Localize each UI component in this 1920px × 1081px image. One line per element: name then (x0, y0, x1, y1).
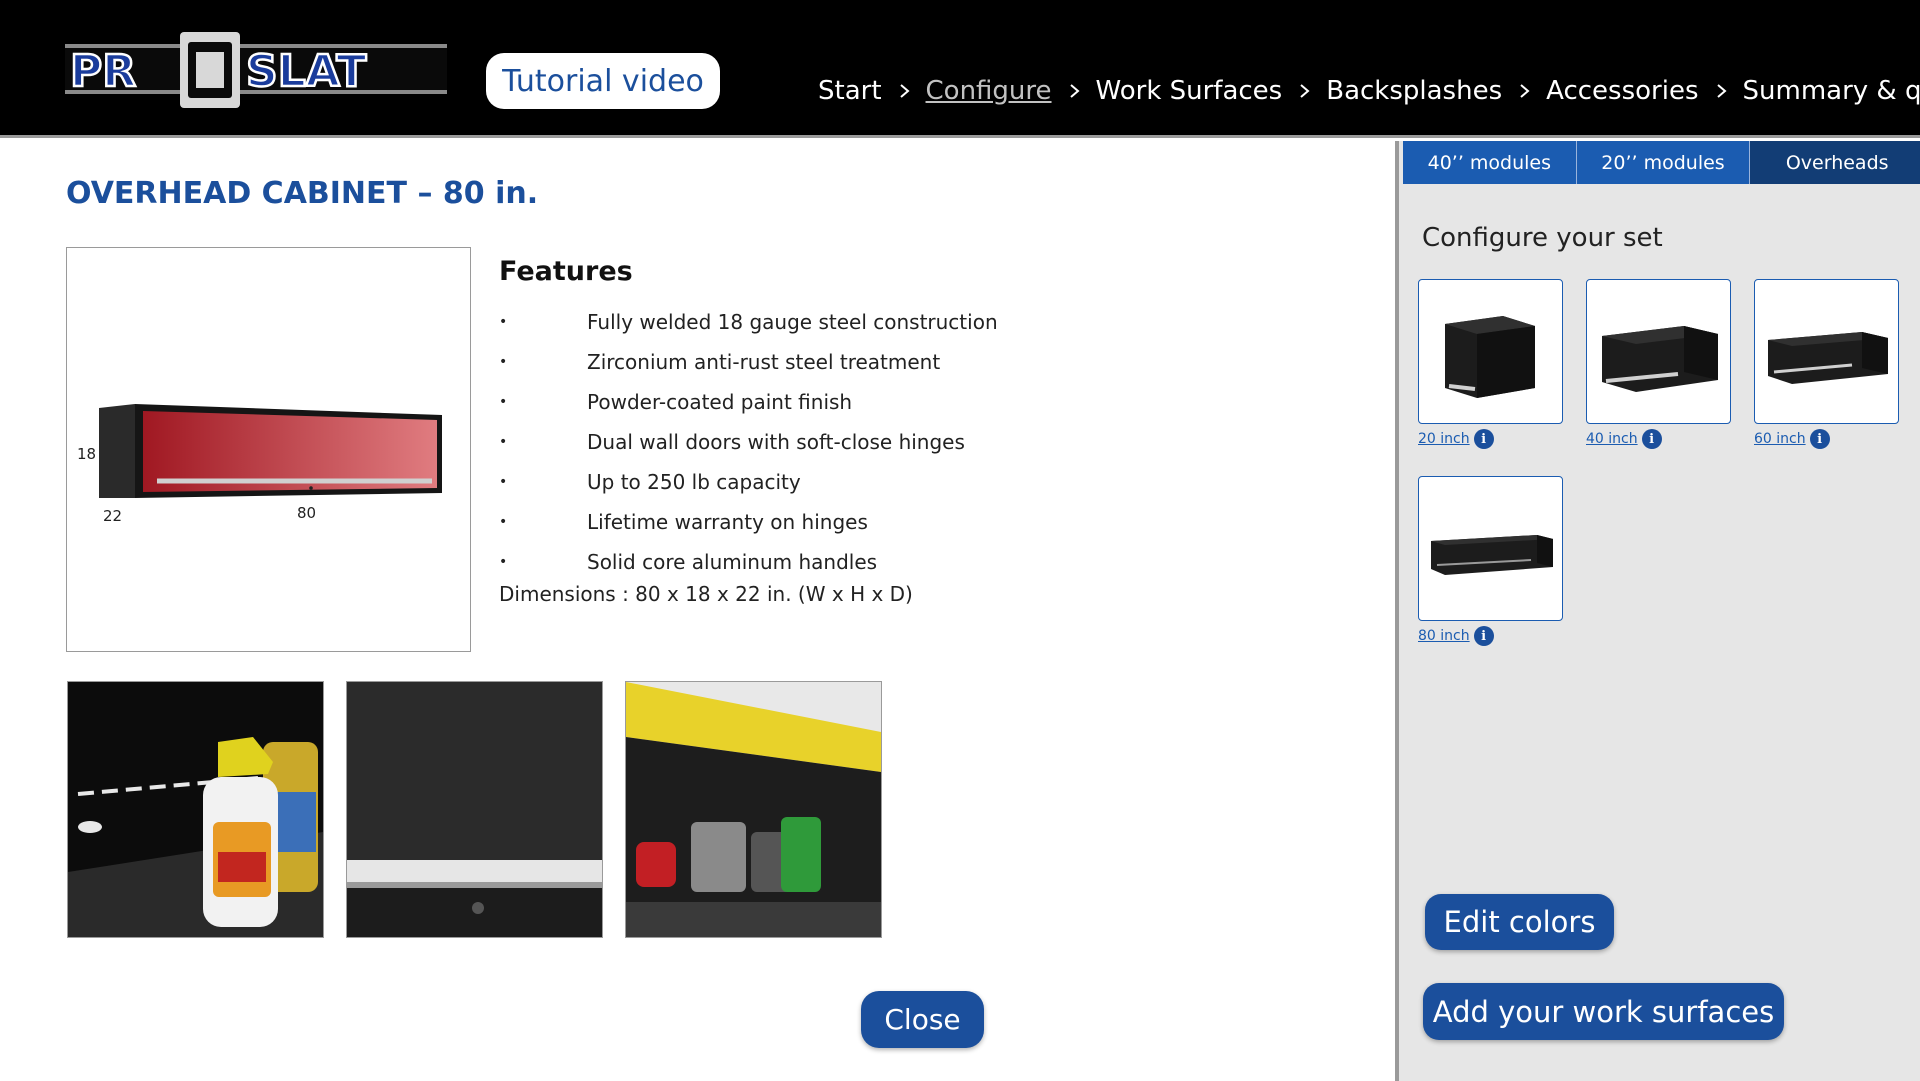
bullet-icon: • (499, 474, 508, 490)
depth-dimension-label: 22 (103, 507, 122, 525)
option-label: 80 inch i (1418, 626, 1563, 646)
info-icon[interactable]: i (1641, 429, 1662, 449)
panel-title: Configure your set (1422, 223, 1663, 253)
chevron-right-icon (1518, 81, 1532, 101)
add-work-surfaces-button[interactable]: Add your work surfaces (1423, 983, 1784, 1040)
module-tabs: 40’’ modules 20’’ modules Overheads (1403, 141, 1920, 184)
feature-text: Fully welded 18 gauge steel construction (587, 310, 998, 334)
bullet-icon: • (499, 434, 508, 450)
breadcrumb-start[interactable]: Start (818, 76, 882, 106)
chevron-right-icon (898, 81, 912, 101)
gallery-thumbnail-garage[interactable] (625, 681, 882, 938)
bullet-icon: • (499, 554, 508, 570)
option-link[interactable]: 20 inch (1418, 431, 1470, 447)
feature-text: Solid core aluminum handles (587, 550, 878, 574)
features-list: • Fully welded 18 gauge steel constructio… (499, 302, 1099, 582)
edit-colors-button[interactable]: Edit colors (1425, 894, 1614, 950)
option-label: 60 inch i (1754, 429, 1899, 449)
option-80-inch: 80 inch i (1418, 476, 1563, 646)
bullet-icon: • (499, 514, 508, 530)
tab-20-modules[interactable]: 20’’ modules (1576, 141, 1751, 184)
list-item: • Zirconium anti-rust steel treatment (499, 342, 1099, 382)
list-item: • Up to 250 lb capacity (499, 462, 1099, 502)
breadcrumb-summary[interactable]: Summary & quote (1743, 76, 1920, 106)
option-image-button[interactable] (1418, 279, 1563, 424)
bullet-icon: • (499, 394, 508, 410)
feature-text: Lifetime warranty on hinges (587, 510, 868, 534)
gallery-thumbnail-handle[interactable] (346, 681, 603, 938)
product-diagram-image: 18 22 80 (66, 247, 471, 652)
svg-text:PR: PR (70, 46, 136, 97)
option-60-inch: 60 inch i (1754, 279, 1899, 449)
list-item: • Dual wall doors with soft-close hinges (499, 422, 1099, 462)
breadcrumb: Start Configure Work Surfaces Backsplash… (818, 76, 1920, 106)
option-link[interactable]: 40 inch (1586, 431, 1638, 447)
dimensions-text: Dimensions : 80 x 18 x 22 in. (W x H x D… (499, 582, 913, 606)
chevron-right-icon (1068, 81, 1082, 101)
option-20-inch: 20 inch i (1418, 279, 1563, 449)
width-dimension-label: 80 (297, 504, 316, 522)
list-item: • Solid core aluminum handles (499, 542, 1099, 582)
option-link[interactable]: 80 inch (1418, 628, 1470, 644)
option-image-button[interactable] (1754, 279, 1899, 424)
header-bar: PR SLAT Tutorial video Start Configure W… (0, 0, 1920, 138)
bullet-icon: • (499, 314, 508, 330)
svg-text:SLAT: SLAT (246, 46, 366, 97)
info-icon[interactable]: i (1473, 429, 1494, 449)
bullet-icon: • (499, 354, 508, 370)
product-title: OVERHEAD CABINET – 80 in. (66, 176, 539, 211)
breadcrumb-work-surfaces[interactable]: Work Surfaces (1096, 76, 1283, 106)
option-image-button[interactable] (1586, 279, 1731, 424)
close-button[interactable]: Close (861, 991, 984, 1048)
gallery-thumbnail-interior[interactable] (67, 681, 324, 938)
list-item: • Powder-coated paint finish (499, 382, 1099, 422)
tab-40-modules[interactable]: 40’’ modules (1403, 141, 1577, 184)
list-item: • Fully welded 18 gauge steel constructio… (499, 302, 1099, 342)
proslat-logo[interactable]: PR SLAT (64, 30, 448, 110)
list-item: • Lifetime warranty on hinges (499, 502, 1099, 542)
option-label: 20 inch i (1418, 429, 1563, 449)
option-40-inch: 40 inch i (1586, 279, 1731, 449)
chevron-right-icon (1298, 81, 1312, 101)
chevron-right-icon (1715, 81, 1729, 101)
tutorial-video-button[interactable]: Tutorial video (486, 53, 720, 109)
option-link[interactable]: 60 inch (1754, 431, 1806, 447)
info-icon[interactable]: i (1473, 626, 1494, 646)
option-label: 40 inch i (1586, 429, 1731, 449)
feature-text: Powder-coated paint finish (587, 390, 853, 414)
features-heading: Features (499, 256, 633, 287)
feature-text: Dual wall doors with soft-close hinges (587, 430, 965, 454)
breadcrumb-configure[interactable]: Configure (926, 76, 1052, 106)
height-dimension-label: 18 (77, 445, 96, 463)
breadcrumb-backsplashes[interactable]: Backsplashes (1326, 76, 1502, 106)
tab-overheads[interactable]: Overheads (1750, 141, 1920, 184)
feature-text: Zirconium anti-rust steel treatment (587, 350, 941, 374)
info-icon[interactable]: i (1809, 429, 1830, 449)
breadcrumb-accessories[interactable]: Accessories (1546, 76, 1698, 106)
feature-text: Up to 250 lb capacity (587, 470, 801, 494)
option-image-button[interactable] (1418, 476, 1563, 621)
